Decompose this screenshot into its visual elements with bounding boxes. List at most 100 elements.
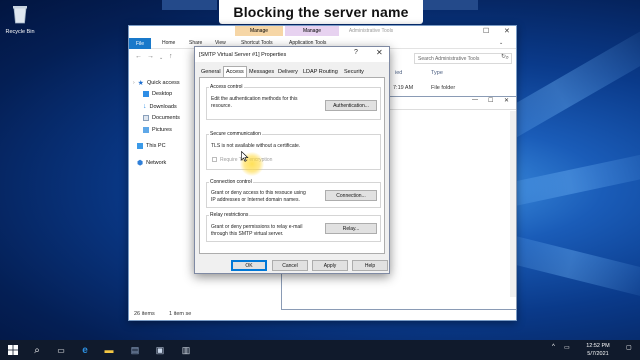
require-tls-checkbox[interactable] [212, 157, 217, 162]
maximize-icon[interactable]: ☐ [488, 97, 493, 104]
recycle-bin-icon [13, 6, 27, 24]
nav-item-quick-access[interactable]: › ★ Quick access [133, 79, 180, 87]
recycle-bin[interactable]: Recycle Bin [4, 4, 36, 35]
tab-general[interactable]: General [201, 68, 221, 77]
server-manager-icon[interactable]: ▤ [129, 344, 141, 356]
computer-icon [137, 143, 143, 149]
group-title: Access control [209, 84, 244, 90]
internet-explorer-icon[interactable]: e [79, 344, 91, 356]
notifications-icon[interactable]: ▢ [626, 344, 632, 351]
pictures-icon [143, 127, 149, 133]
network-icon: ⬢ [137, 160, 144, 167]
tab-file[interactable]: File [129, 38, 151, 49]
column-header-modified[interactable]: ied [395, 70, 402, 76]
mouse-pointer-icon [241, 151, 249, 162]
group-description: Grant or deny access to this resouce usi… [211, 190, 306, 203]
forward-icon[interactable]: → [147, 53, 154, 60]
close-icon[interactable]: ✕ [504, 27, 510, 35]
nav-label: Desktop [152, 91, 173, 97]
clock-date: 5/7/2021 [587, 351, 609, 357]
caption-overlay: Blocking the server name [219, 0, 423, 24]
tab-messages[interactable]: Messages [249, 68, 274, 77]
search-icon: ⌕ [505, 55, 509, 61]
maximize-icon[interactable]: ☐ [483, 27, 489, 35]
access-tab-panel: Access control Edit the authentication m… [199, 77, 385, 254]
chevron-down-icon: › [133, 80, 135, 86]
search-icon[interactable]: ⌕ [31, 344, 43, 356]
windows-start-icon[interactable] [7, 344, 19, 356]
file-explorer-icon[interactable]: ▬ [103, 344, 115, 356]
tray-chevron-icon[interactable]: ^ [552, 344, 555, 350]
nav-item-this-pc[interactable]: This PC [137, 143, 166, 149]
close-icon[interactable]: ✕ [504, 97, 509, 104]
recent-dropdown-icon[interactable]: ⌄ [159, 55, 163, 61]
nav-item-downloads[interactable]: ↓ Downloads [143, 103, 177, 110]
tab-delivery[interactable]: Delivery [278, 68, 298, 77]
refresh-icon[interactable]: ↻ [501, 53, 506, 60]
nav-label: Quick access [146, 80, 180, 86]
group-title: Relay restrictions [209, 212, 250, 218]
search-input[interactable]: Search Administrative Tools ⌕ [414, 53, 512, 64]
nav-item-network[interactable]: ⬢ Network [137, 159, 166, 167]
nav-item-documents[interactable]: Documents [143, 115, 180, 121]
taskbar: ⌕ ▭ e ▬ ▤ ▣ ▥ ^ ▭ 12:52 PM 5/7/2021 ▢ [0, 340, 640, 360]
status-selected: 1 item se [169, 311, 192, 317]
network-tray-icon[interactable]: ▭ [564, 344, 570, 351]
nav-label: Pictures [152, 127, 172, 133]
nav-label: Documents [152, 115, 180, 121]
task-view-icon[interactable]: ▭ [55, 344, 67, 356]
context-tab-manage-app[interactable]: Manage [285, 26, 339, 36]
star-icon: ★ [137, 80, 144, 87]
row-date-cell: 7:19 AM [393, 85, 414, 91]
connection-button[interactable]: Connection... [325, 190, 377, 201]
nav-label: Network [146, 160, 167, 166]
clock[interactable]: 12:52 PM 5/7/2021 [578, 342, 618, 358]
column-header-type[interactable]: Type [431, 70, 443, 76]
ok-button[interactable]: OK [231, 260, 267, 271]
caption-frame-left [162, 0, 217, 10]
row-type-cell: File folder [431, 85, 456, 91]
tab-ldap-routing[interactable]: LDAP Routing [303, 68, 338, 77]
scrollbar[interactable] [510, 111, 516, 297]
close-icon[interactable]: ✕ [376, 48, 383, 57]
up-icon[interactable]: ↑ [169, 53, 173, 60]
caption-frame-right [423, 0, 478, 10]
download-icon: ↓ [143, 103, 147, 110]
smtp-properties-dialog: [SMTP Virtual Server #1] Properties ? ✕ … [194, 46, 390, 274]
relay-restrictions-group: Relay restrictions Grant or deny permiss… [206, 212, 381, 242]
relay-button[interactable]: Relay... [325, 223, 377, 234]
search-placeholder: Search Administrative Tools [418, 56, 480, 62]
desktop-icon [143, 91, 149, 97]
dialog-footer: OK Cancel Apply Help [195, 258, 389, 274]
properties-window-icon[interactable]: ▥ [180, 344, 192, 356]
apply-button[interactable]: Apply [312, 260, 348, 271]
ribbon-expand-icon[interactable]: ⌄ [499, 40, 503, 46]
tab-home[interactable]: Home [162, 40, 175, 46]
iis-manager-icon[interactable]: ▣ [154, 344, 166, 356]
help-button[interactable]: Help [352, 260, 388, 271]
document-icon [143, 115, 149, 121]
status-item-count: 26 items [134, 311, 155, 317]
nav-item-desktop[interactable]: Desktop [143, 91, 172, 97]
secure-communication-group: Secure communication TLS is not availabl… [206, 131, 381, 170]
tab-security[interactable]: Security [344, 68, 364, 77]
authentication-button[interactable]: Authentication... [325, 100, 377, 111]
group-description: TLS is not available without a certifica… [211, 143, 301, 149]
nav-item-pictures[interactable]: Pictures [143, 127, 172, 133]
nav-label: Downloads [149, 103, 177, 110]
dialog-title: [SMTP Virtual Server #1] Properties [199, 51, 287, 58]
minimize-icon[interactable]: — [472, 97, 478, 103]
back-icon[interactable]: ← [135, 53, 142, 60]
cancel-button[interactable]: Cancel [272, 260, 308, 271]
group-title: Connection control [209, 179, 253, 185]
context-tab-manage-shortcut[interactable]: Manage [235, 26, 283, 36]
help-icon[interactable]: ? [354, 49, 358, 56]
recycle-bin-label: Recycle Bin [5, 29, 35, 35]
nav-label: This PC [146, 143, 166, 149]
explorer-window-title: Administrative Tools [348, 28, 394, 34]
tab-access[interactable]: Access [223, 66, 247, 77]
connection-control-group: Connection control Grant or deny access … [206, 179, 381, 208]
group-title: Secure communication [209, 131, 262, 137]
group-description: Edit the authentication methods for this… [211, 96, 298, 109]
navigation-pane: › ★ Quick access Desktop ↓ Downloads Doc… [129, 66, 197, 306]
